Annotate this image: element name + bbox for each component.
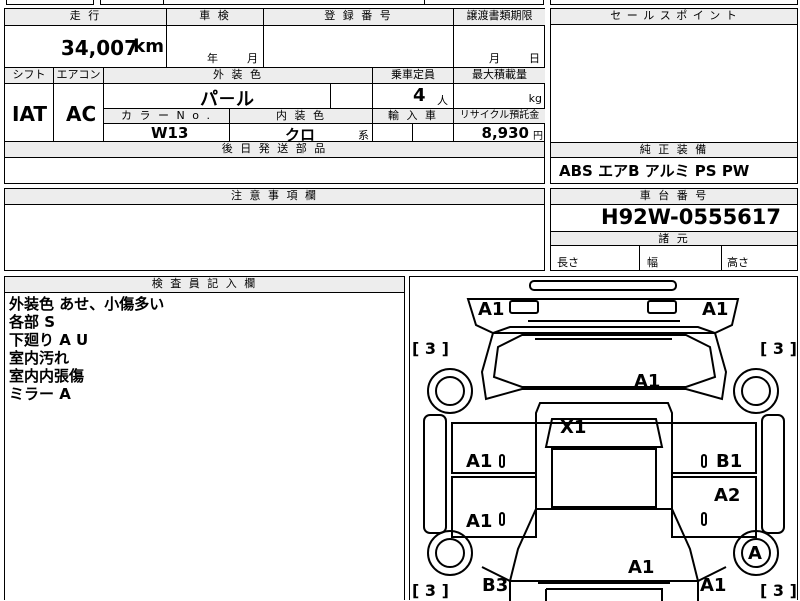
mark-bottom-left: B3: [482, 575, 509, 596]
chassis-value: H92W-0555617: [601, 205, 782, 229]
capacity-value: 4: [413, 85, 426, 106]
car-diagram-box: A1 A1 A1 X1 A1 B1 A1 A2 A A1 B3 A1 [ 3 ]…: [409, 276, 798, 601]
tire-front-right: [ 3 ]: [760, 339, 797, 358]
mark-left-rear-door: A1: [466, 511, 493, 532]
remark-line: 外装色 あせ、小傷多い: [9, 295, 165, 313]
shift-cell: IAT: [5, 84, 54, 142]
remark-line: 各部 S: [9, 313, 56, 331]
aircon-value: AC: [66, 102, 97, 126]
main-table: 走 行 車 検 登 録 番 号 譲渡書類期限 34,007 km 年 月 月 日…: [4, 8, 545, 184]
mark-right-rear-wheel: A: [748, 543, 762, 564]
transfer-docs-header: 譲渡書類期限: [454, 9, 545, 26]
transfer-month: 月: [489, 52, 500, 65]
later-parts-header: 後 日 発 送 部 品: [5, 142, 544, 158]
car-diagram-svg: [423, 280, 785, 601]
inspection-header: 車 検: [167, 9, 264, 26]
mileage-header: 走 行: [5, 9, 167, 26]
spec-height-label: 高さ: [727, 256, 749, 269]
chassis-header: 車 台 番 号: [551, 189, 797, 205]
aircon-cell: AC: [54, 84, 104, 142]
capacity-header: 乗車定員: [373, 68, 454, 84]
transfer-docs-cell: 月 日: [454, 26, 545, 68]
interior-color-cell: クロ 系: [230, 124, 373, 144]
mark-right-front-door: B1: [716, 451, 743, 472]
inspection-cell: 年 月: [167, 26, 264, 68]
standard-equipment-value: ABS エアB アルミ PS PW: [559, 162, 750, 180]
inspection-year: 年: [207, 52, 218, 65]
recycle-cell: 8,930 円: [454, 124, 545, 142]
registration-cell: [264, 26, 454, 68]
mark-top-left: A1: [478, 299, 505, 320]
mileage-value: 34,007: [60, 36, 138, 60]
mark-top-right: A1: [702, 299, 729, 320]
max-load-cell: kg: [454, 84, 545, 109]
exterior-color-value: パ－ル: [200, 89, 254, 110]
notes-box: 注 意 事 項 欄: [4, 188, 545, 271]
mileage-cell: 34,007 km: [5, 26, 167, 68]
shift-header: シフト: [5, 68, 54, 84]
mark-bottom-right: A1: [700, 575, 727, 596]
import-cell-b: [413, 124, 454, 142]
inspection-month: 月: [247, 52, 258, 65]
remark-line: 室内内張傷: [9, 367, 85, 385]
import-header: 輸 入 車: [373, 109, 454, 124]
shift-value: IAT: [12, 102, 48, 126]
tire-front-left: [ 3 ]: [412, 339, 449, 358]
recycle-unit: 円: [533, 131, 543, 142]
exterior-color-header: 外 装 色: [104, 68, 373, 84]
exterior-color-extra: [331, 84, 373, 109]
inspector-header: 検 査 員 記 入 欄: [5, 277, 404, 293]
notes-header: 注 意 事 項 欄: [5, 189, 544, 205]
registration-header: 登 録 番 号: [264, 9, 454, 26]
top-strip: [0, 0, 800, 6]
tire-rear-right: [ 3 ]: [760, 581, 797, 600]
max-load-header: 最大積載量: [454, 68, 545, 84]
sales-points-header: セ ー ル ス ポ イ ン ト: [551, 9, 797, 25]
mark-rear-center: A1: [628, 557, 655, 578]
spec-width-label: 幅: [647, 256, 658, 269]
chassis-box: 車 台 番 号 H92W-0555617 諸 元 長さ 幅 高さ: [550, 188, 798, 271]
remark-line: 室内汚れ: [9, 349, 70, 367]
specs-row: 長さ 幅 高さ: [551, 246, 797, 270]
sales-points-box: セ ー ル ス ポ イ ン ト: [550, 8, 798, 143]
capacity-cell: 4 人: [373, 84, 454, 109]
color-no-header: カ ラ ー N o .: [104, 109, 230, 124]
import-cell-a: [373, 124, 413, 142]
mark-left-front-door: A1: [466, 451, 493, 472]
tire-rear-left: [ 3 ]: [412, 581, 449, 600]
color-no-cell: W13: [104, 124, 230, 142]
mark-hood: A1: [634, 371, 661, 392]
recycle-value: 8,930: [481, 124, 529, 142]
standard-equipment-box: 純 正 装 備 ABS エアB アルミ PS PW: [550, 142, 798, 184]
color-no-value: W13: [151, 124, 189, 142]
mark-right-rear-door: A2: [714, 485, 741, 506]
inspector-lines: 外装色 あせ、小傷多い 各部 S 下廻り A U 室内汚れ 室内内張傷 ミラー …: [9, 295, 399, 403]
exterior-color-cell: パ－ル: [104, 84, 331, 110]
inspector-box: 検 査 員 記 入 欄 外装色 あせ、小傷多い 各部 S 下廻り A U 室内汚…: [4, 276, 405, 600]
max-load-unit: kg: [528, 92, 542, 105]
mark-roof: X1: [560, 417, 587, 438]
capacity-unit: 人: [437, 94, 448, 107]
standard-equipment-header: 純 正 装 備: [551, 143, 797, 158]
interior-color-header: 内 装 色: [230, 109, 373, 124]
specs-header: 諸 元: [551, 231, 797, 246]
later-parts-cell: [5, 158, 544, 183]
mileage-unit: km: [133, 36, 164, 57]
interior-color-suffix: 系: [358, 129, 369, 142]
aircon-header: エアコン: [54, 68, 104, 84]
transfer-day: 日: [529, 52, 540, 65]
remark-line: 下廻り A U: [9, 331, 89, 349]
remark-line: ミラー A: [9, 385, 71, 403]
spec-length-label: 長さ: [557, 256, 579, 269]
recycle-header: リサイクル預託金: [454, 109, 545, 124]
